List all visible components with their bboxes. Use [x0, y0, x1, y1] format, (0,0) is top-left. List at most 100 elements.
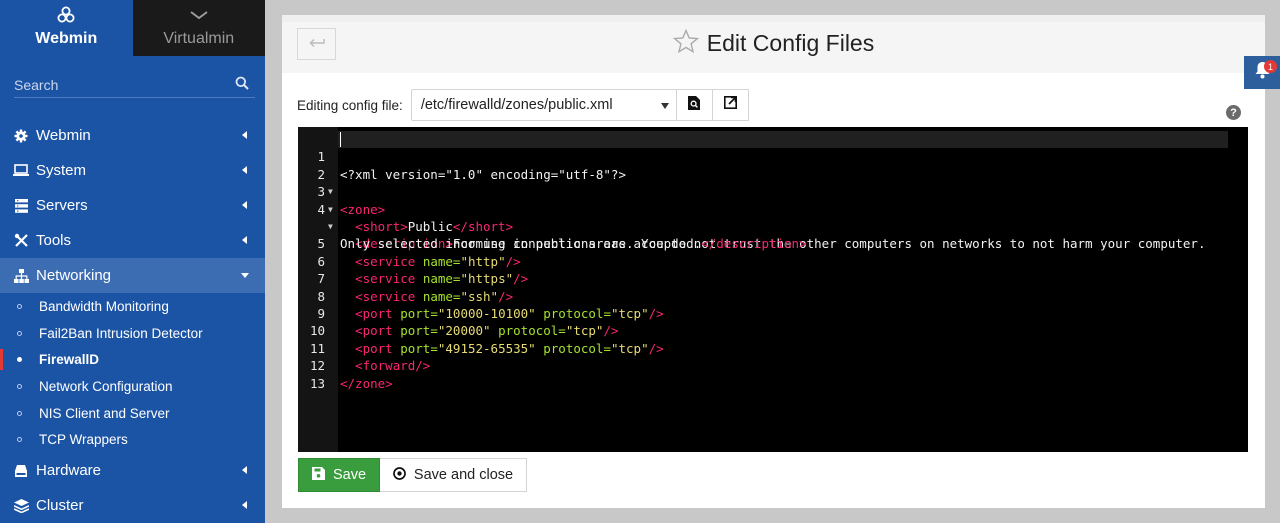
- config-file-label: Editing config file:: [297, 97, 403, 113]
- bullet-icon: [17, 384, 22, 390]
- bullet-icon: [17, 437, 22, 443]
- sidebar-item-hardware[interactable]: Hardware: [0, 453, 265, 488]
- back-arrow-icon: [308, 35, 325, 53]
- save-and-close-label: Save and close: [413, 467, 514, 483]
- sidebar-item-webmin[interactable]: Webmin: [0, 118, 265, 153]
- code-line: 6 <service name="https"/>: [298, 235, 528, 286]
- code-editor[interactable]: 1 <?xml version="1.0" encoding="utf-8"?>…: [298, 127, 1248, 452]
- line-number: 13: [309, 375, 325, 391]
- notifications-button[interactable]: 1: [1244, 56, 1280, 89]
- sidebar-subitem-network-config[interactable]: Network Configuration: [0, 373, 265, 400]
- save-and-close-button[interactable]: Save and close: [380, 458, 527, 492]
- caret-left-icon: [242, 501, 247, 510]
- sidebar-subitem-fail2ban[interactable]: Fail2Ban Intrusion Detector: [0, 320, 265, 347]
- sidebar: Webmin Virtualmin Webmin System: [0, 0, 265, 523]
- bullet-icon: [17, 410, 22, 416]
- sidebar-search: [14, 72, 255, 98]
- code-line: 5 <service name="http"/>: [298, 218, 520, 268]
- caret-left-icon: [242, 166, 247, 174]
- tab-webmin-label: Webmin: [35, 30, 98, 47]
- caret-left-icon: [242, 131, 247, 139]
- config-file-row: Editing config file: /etc/firewalld/zone…: [297, 89, 749, 121]
- code-line: 10 <port port="49152-65535" protocol="tc…: [298, 305, 664, 355]
- server-icon: [13, 198, 29, 214]
- code-text: <port port="49152-65535" protocol="tcp"/…: [355, 340, 664, 356]
- title-wrap: Edit Config Files: [672, 28, 875, 59]
- sidebar-item-label: Hardware: [36, 462, 102, 480]
- code-line: 3 ▼ <short>Public</short>: [298, 166, 513, 234]
- circle-dot-icon: [393, 466, 406, 484]
- sidebar-subitem-firewalld[interactable]: FirewallD: [0, 346, 265, 373]
- config-file-select[interactable]: /etc/firewalld/zones/public.xml: [410, 89, 677, 121]
- star-icon[interactable]: [672, 28, 699, 59]
- sidebar-item-networking[interactable]: Networking: [0, 258, 265, 293]
- code-text: <service name="http"/>: [355, 253, 521, 269]
- code-text: <?xml version="1.0" encoding="utf-8"?>: [340, 166, 626, 182]
- code-line: 4 ▼ <description>For use in public areas…: [298, 183, 1205, 252]
- sidebar-subitem-tcp-wrappers[interactable]: TCP Wrappers: [0, 426, 265, 453]
- sidebar-subitem-label: Network Configuration: [39, 378, 173, 394]
- code-line: 1 <?xml version="1.0" encoding="utf-8"?>: [298, 131, 626, 181]
- code-line-wrapped: Only selected incoming connections are a…: [298, 201, 807, 251]
- sidebar-item-cluster[interactable]: Cluster: [0, 488, 265, 523]
- help-icon[interactable]: ?: [1226, 105, 1241, 120]
- sidebar-subitem-bandwidth[interactable]: Bandwidth Monitoring: [0, 293, 265, 320]
- open-external-icon: [723, 96, 737, 114]
- code-text: </zone>: [340, 375, 393, 391]
- tab-virtualmin[interactable]: Virtualmin: [132, 0, 265, 56]
- code-line: 11 <forward/>: [298, 322, 430, 373]
- form-actions: Save Save and close: [298, 458, 527, 492]
- sidebar-menu: Webmin System Servers Tools Networking B…: [0, 118, 265, 523]
- sidebar-subitem-label: Bandwidth Monitoring: [39, 298, 169, 314]
- code-text: Only selected incoming connections are a…: [340, 236, 807, 252]
- floppy-disk-icon: [311, 466, 325, 484]
- sidebar-item-label: System: [36, 162, 87, 179]
- code-text: <zone>: [340, 201, 386, 217]
- sidebar-item-label: Webmin: [36, 127, 91, 144]
- webmin-logo-icon: [57, 6, 75, 24]
- chevron-down-icon: [189, 6, 209, 24]
- product-switcher: Webmin Virtualmin: [0, 0, 265, 56]
- notification-count-badge: 1: [1264, 60, 1277, 73]
- back-button[interactable]: [297, 28, 336, 60]
- sidebar-subitem-label: TCP Wrappers: [39, 432, 128, 448]
- bullet-icon: [17, 330, 22, 336]
- gear-icon: [13, 128, 29, 144]
- sidebar-item-label: Tools: [36, 232, 72, 249]
- sidebar-item-label: Servers: [36, 197, 88, 214]
- bullet-icon: [17, 357, 22, 363]
- main-panel: Edit Config Files Editing config file: /…: [282, 15, 1265, 508]
- hdd-icon: [13, 463, 29, 479]
- layers-icon: [13, 498, 29, 514]
- caret-down-icon: [241, 273, 249, 278]
- sidebar-subitem-nis[interactable]: NIS Client and Server: [0, 400, 265, 427]
- page-title: Edit Config Files: [706, 30, 875, 56]
- sidebar-item-system[interactable]: System: [0, 153, 265, 188]
- code-text: <port port="20000" protocol="tcp"/>: [355, 323, 619, 339]
- view-file-button[interactable]: [676, 89, 713, 121]
- code-line: 8 <port port="10000-10100" protocol="tcp…: [298, 270, 663, 321]
- code-text: <forward/>: [355, 358, 431, 374]
- active-indicator: [0, 349, 3, 371]
- code-line: 13: [298, 357, 343, 391]
- search-icon[interactable]: [235, 76, 249, 95]
- search-input[interactable]: [14, 76, 224, 93]
- caret-left-icon: [242, 201, 247, 209]
- sidebar-item-servers[interactable]: Servers: [0, 188, 265, 223]
- text-cursor: [340, 132, 341, 147]
- save-button-label: Save: [332, 467, 367, 483]
- code-line: 12 </zone>: [298, 340, 393, 390]
- tools-icon: [13, 233, 29, 249]
- code-text: <port port="10000-10100" protocol="tcp"/…: [355, 306, 664, 321]
- code-text: <service name="https"/>: [355, 271, 529, 287]
- sidebar-item-tools[interactable]: Tools: [0, 223, 265, 258]
- sidebar-subitem-label: FirewallD: [39, 352, 100, 368]
- network-icon: [13, 268, 29, 284]
- save-button[interactable]: Save: [298, 458, 380, 492]
- code-text: <short>Public</short>: [355, 219, 514, 235]
- view-file-icon: [688, 95, 701, 115]
- open-external-button[interactable]: [712, 89, 749, 121]
- tab-webmin[interactable]: Webmin: [0, 0, 133, 56]
- laptop-icon: [13, 163, 29, 179]
- code-line: 2 ▼ <zone>: [298, 148, 385, 217]
